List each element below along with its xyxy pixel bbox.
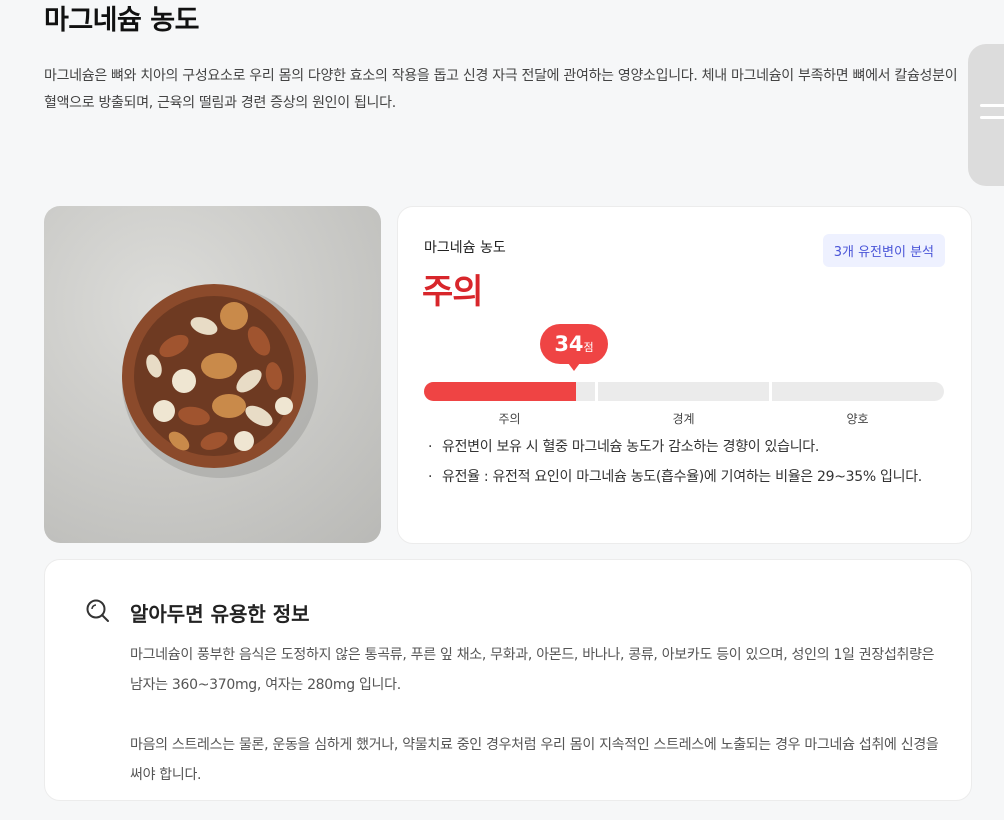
info-paragraph: 마그네슘이 풍부한 음식은 도정하지 않은 통곡류, 푸른 잎 채소, 무화과,…: [130, 647, 935, 693]
menu-toggle-button[interactable]: [968, 44, 1004, 186]
info-title: 알아두면 유용한 정보: [130, 602, 310, 626]
segment-label-caution: 주의: [498, 412, 521, 426]
menu-icon: [980, 104, 1004, 107]
menu-icon-bar: [980, 116, 1004, 119]
result-label: 마그네슘 농도: [424, 240, 506, 256]
result-notes: 유전변이 보유 시 혈중 마그네슘 농도가 감소하는 경향이 있습니다. 유전율…: [428, 435, 938, 495]
nuts-photo: [44, 206, 381, 543]
note-item: 유전율 : 유전적 요인이 마그네슘 농도(흡수율)에 기여하는 비율은 29~…: [428, 465, 938, 489]
segment-label-warning: 경계: [672, 412, 695, 426]
segment-label-good: 양호: [846, 412, 869, 426]
segment-good: [772, 382, 944, 401]
page-title: 마그네슘 농도: [44, 5, 199, 36]
note-item: 유전변이 보유 시 혈중 마그네슘 농도가 감소하는 경향이 있습니다.: [428, 435, 938, 459]
score-bar-fill: [424, 382, 577, 401]
info-paragraph: 마음의 스트레스는 물론, 운동을 심하게 했거나, 약물치료 중인 경우처럼 …: [130, 737, 939, 783]
segment-warning: [598, 382, 769, 401]
search-icon: [85, 598, 111, 628]
result-card: 마그네슘 농도 3개 유전변이 분석 주의 34점 주의 경계 양호 유전변이 …: [397, 206, 972, 544]
variant-count-badge: 3개 유전변이 분석: [822, 234, 945, 267]
score-value: 34: [554, 332, 584, 356]
status-text: 주의: [422, 272, 484, 312]
score-bubble: 34점: [540, 324, 608, 371]
page-intro: 마그네슘은 뼈와 치아의 구성요소로 우리 몸의 다양한 효소의 작용을 돕고 …: [44, 68, 958, 111]
score-unit: 점: [583, 341, 594, 354]
info-card: 알아두면 유용한 정보 마그네슘이 풍부한 음식은 도정하지 않은 통곡류, 푸…: [44, 559, 972, 801]
nut-bowl-image: [122, 284, 318, 478]
score-bar: [424, 382, 944, 401]
info-body: 마그네슘이 풍부한 음식은 도정하지 않은 통곡류, 푸른 잎 채소, 무화과,…: [130, 640, 950, 820]
